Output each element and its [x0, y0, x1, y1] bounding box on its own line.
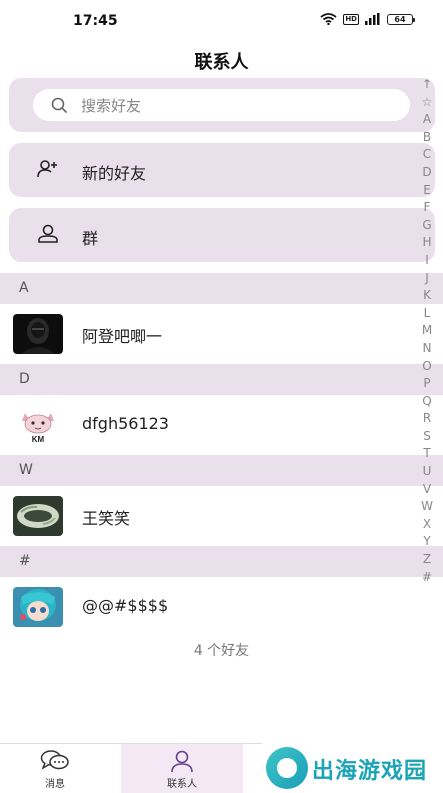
index-letter[interactable]: Y — [423, 533, 430, 551]
section-letter: A — [19, 280, 29, 296]
contact-name: 阿登吧唧一 — [82, 327, 163, 346]
index-letter[interactable]: P — [423, 375, 430, 393]
index-letter[interactable]: O — [422, 358, 431, 376]
page-title: 联系人 — [194, 52, 249, 73]
groups-button[interactable]: 群 — [9, 208, 435, 262]
new-friends-button[interactable]: 新的好友 — [9, 143, 435, 197]
watermark: 出海游戏园 — [262, 743, 443, 793]
avatar — [13, 587, 63, 627]
index-letter[interactable]: U — [423, 463, 432, 481]
wifi-icon — [320, 13, 337, 25]
section-header-a: A — [0, 273, 443, 304]
avatar — [13, 496, 63, 536]
tab-messages-label: 消息 — [45, 779, 65, 790]
index-letter[interactable]: I — [425, 252, 429, 270]
new-friends-label: 新的好友 — [82, 164, 147, 183]
signal-icon — [365, 13, 380, 25]
tab-messages[interactable]: 消息 — [12, 744, 98, 793]
index-letter[interactable]: R — [423, 410, 431, 428]
avatar — [13, 314, 63, 354]
jade-bracelet-image — [13, 496, 63, 536]
index-letter[interactable]: L — [424, 305, 431, 323]
index-letter[interactable]: T — [423, 445, 430, 463]
contact-row[interactable]: @@#$$$$ — [0, 577, 415, 637]
index-letter[interactable]: D — [422, 164, 431, 182]
contact-row[interactable]: KM dfgh56123 — [0, 395, 415, 455]
contact-name: 王笑笑 — [82, 509, 131, 528]
avatar: KM — [13, 405, 63, 445]
index-letter[interactable]: ↑ — [422, 76, 432, 94]
index-letter[interactable]: K — [423, 287, 431, 305]
pink-cat-km-image: KM — [13, 405, 63, 445]
section-letter: W — [19, 462, 33, 478]
add-user-icon — [37, 160, 57, 178]
index-letter[interactable]: W — [421, 498, 433, 516]
status-time: 17:45 — [73, 13, 118, 29]
dark-hooded-figure-image — [13, 314, 63, 354]
status-bar: 17:45 HD 64 — [0, 0, 443, 42]
contact-name: @@#$$$$ — [82, 596, 169, 615]
search-input[interactable]: 搜索好友 — [33, 89, 410, 121]
index-letter[interactable]: C — [423, 146, 431, 164]
anime-girl-teal-hair-image — [13, 587, 63, 627]
watermark-logo-icon — [266, 747, 308, 789]
index-letter[interactable]: M — [422, 322, 432, 340]
groups-label: 群 — [82, 229, 99, 248]
index-letter[interactable]: J — [425, 270, 429, 288]
index-letter[interactable]: # — [422, 569, 432, 587]
section-header-w: W — [0, 455, 443, 486]
index-letter[interactable]: X — [423, 516, 431, 534]
index-letter[interactable]: E — [423, 182, 431, 200]
hd-badge: HD — [343, 13, 359, 25]
battery-indicator: 64 — [387, 13, 415, 25]
index-letter[interactable]: Z — [423, 551, 431, 569]
index-letter[interactable]: S — [423, 428, 431, 446]
person-icon — [171, 750, 193, 773]
section-header-hash: # — [0, 546, 443, 577]
section-header-d: D — [0, 364, 443, 395]
status-icons: HD 64 — [320, 13, 415, 25]
chat-bubbles-icon — [40, 750, 69, 770]
search-placeholder: 搜索好友 — [81, 96, 142, 115]
index-letter[interactable]: V — [423, 481, 431, 499]
alphabet-index-bar[interactable]: ↑ ☆ A B C D E F G H I J K L M N O P Q R S T U V W X Y Z # — [415, 76, 439, 586]
index-letter[interactable]: B — [423, 129, 431, 147]
index-letter[interactable]: Q — [422, 393, 431, 411]
section-letter: # — [19, 553, 31, 569]
tab-contacts[interactable]: 联系人 — [121, 744, 243, 793]
contact-row[interactable]: 王笑笑 — [0, 486, 415, 546]
index-letter[interactable]: A — [423, 111, 431, 129]
index-letter[interactable]: H — [422, 234, 431, 252]
search-icon — [51, 97, 67, 113]
watermark-text: 出海游戏园 — [312, 759, 428, 784]
contact-name: dfgh56123 — [82, 414, 169, 433]
user-icon — [38, 224, 58, 243]
friend-count: 4 个好友 — [193, 643, 250, 659]
index-letter[interactable]: ☆ — [422, 94, 433, 112]
tab-contacts-label: 联系人 — [167, 779, 197, 790]
svg-text:KM: KM — [32, 435, 45, 444]
contact-row[interactable]: 阿登吧唧一 — [0, 304, 415, 364]
index-letter[interactable]: G — [422, 217, 431, 235]
index-letter[interactable]: F — [424, 199, 431, 217]
search-card: 搜索好友 — [9, 78, 435, 132]
section-letter: D — [19, 371, 30, 387]
index-letter[interactable]: N — [423, 340, 432, 358]
